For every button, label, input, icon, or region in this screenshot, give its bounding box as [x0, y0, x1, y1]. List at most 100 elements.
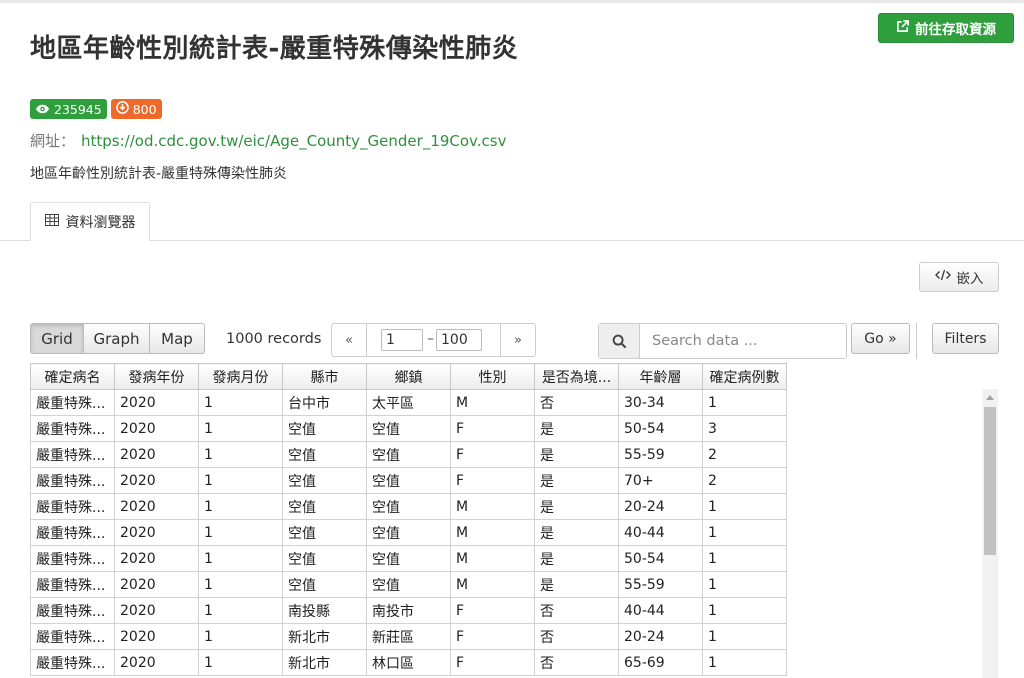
table-cell: 1: [198, 415, 283, 442]
prev-page-button[interactable]: «: [332, 324, 367, 356]
grid-view-button[interactable]: Grid: [30, 323, 84, 354]
column-header[interactable]: 確定病名: [30, 363, 115, 390]
table-cell: 嚴重特殊...: [30, 493, 115, 520]
goto-resource-button[interactable]: 前往存取資源: [878, 13, 1014, 43]
table-cell: 65-69: [618, 649, 703, 676]
table-cell: 嚴重特殊...: [30, 545, 115, 572]
table-cell: 1: [702, 493, 787, 520]
resource-url-link[interactable]: https://od.cdc.gov.tw/eic/Age_County_Gen…: [81, 132, 506, 150]
table-cell: F: [450, 649, 535, 676]
table-cell: 2: [702, 467, 787, 494]
table-cell: 1: [702, 571, 787, 598]
table-cell: 空值: [366, 467, 451, 494]
scroll-up-arrow-icon[interactable]: [982, 389, 998, 405]
embed-button[interactable]: 嵌入: [919, 262, 999, 292]
table-row[interactable]: 嚴重特殊... 2020 1 空值 空值 M 是 50-54 1: [30, 545, 787, 572]
table-cell: 20-24: [618, 493, 703, 520]
table-cell: 1: [198, 649, 283, 676]
table-cell: 空值: [282, 467, 367, 494]
table-row[interactable]: 嚴重特殊... 2020 1 空值 空值 F 是 70+ 2: [30, 467, 787, 494]
column-header[interactable]: 年齡層: [618, 363, 703, 390]
table-cell: 是: [534, 415, 619, 442]
table-icon: [44, 213, 59, 230]
search-input[interactable]: [640, 324, 846, 358]
table-cell: 2020: [114, 597, 199, 624]
grid-body: 嚴重特殊... 2020 1 台中市 太平區 M 否 30-34 1 嚴重特殊... 2020 1 空值…: [30, 389, 787, 676]
code-icon: [934, 269, 951, 285]
record-count: 1000 records: [226, 331, 322, 347]
table-cell: 否: [534, 389, 619, 416]
table-cell: 1: [702, 545, 787, 572]
table-row[interactable]: 嚴重特殊... 2020 1 空值 空值 F 是 50-54 3: [30, 415, 787, 442]
table-row[interactable]: 嚴重特殊... 2020 1 南投縣 南投市 F 否 40-44 1: [30, 597, 787, 624]
graph-view-button[interactable]: Graph: [83, 323, 150, 354]
table-cell: 2020: [114, 623, 199, 650]
table-cell: 1: [198, 493, 283, 520]
table-row[interactable]: 嚴重特殊... 2020 1 台中市 太平區 M 否 30-34 1: [30, 389, 787, 416]
map-view-button[interactable]: Map: [149, 323, 205, 354]
views-badge: 235945: [30, 99, 107, 119]
table-cell: 台中市: [282, 389, 367, 416]
table-row[interactable]: 嚴重特殊... 2020 1 空值 空值 M 是 40-44 1: [30, 519, 787, 546]
table-cell: 2020: [114, 441, 199, 468]
table-cell: 否: [534, 623, 619, 650]
table-cell: 林口區: [366, 649, 451, 676]
filters-button[interactable]: Filters: [932, 323, 999, 354]
external-link-icon: [896, 19, 909, 37]
table-cell: 30-34: [618, 389, 703, 416]
table-cell: 嚴重特殊...: [30, 415, 115, 442]
table-cell: 南投市: [366, 597, 451, 624]
next-page-button[interactable]: »: [500, 324, 535, 356]
table-cell: 空值: [282, 545, 367, 572]
table-row[interactable]: 嚴重特殊... 2020 1 新北市 新莊區 F 否 20-24 1: [30, 623, 787, 650]
grid-scrollbar[interactable]: [982, 389, 998, 678]
table-row[interactable]: 嚴重特殊... 2020 1 空值 空值 F 是 55-59 2: [30, 441, 787, 468]
view-switcher: Grid Graph Map: [30, 323, 205, 354]
table-cell: 嚴重特殊...: [30, 519, 115, 546]
column-header[interactable]: 發病月份: [198, 363, 283, 390]
resource-description: 地區年齡性別統計表-嚴重特殊傳染性肺炎: [30, 166, 288, 182]
table-cell: M: [450, 571, 535, 598]
table-cell: 空值: [282, 441, 367, 468]
table-cell: 55-59: [618, 571, 703, 598]
column-header[interactable]: 縣市: [282, 363, 367, 390]
table-cell: M: [450, 389, 535, 416]
table-cell: 1: [198, 623, 283, 650]
table-cell: 50-54: [618, 545, 703, 572]
table-cell: 2020: [114, 467, 199, 494]
table-cell: 是: [534, 571, 619, 598]
url-row: 網址： https://od.cdc.gov.tw/eic/Age_County_…: [30, 130, 506, 151]
column-header[interactable]: 鄉鎮: [366, 363, 451, 390]
range-from-input[interactable]: 1: [381, 329, 423, 351]
range-to-input[interactable]: 100: [436, 329, 482, 351]
pagination: « 1 – 100 »: [331, 323, 536, 357]
table-cell: 2020: [114, 389, 199, 416]
go-button[interactable]: Go »: [851, 323, 910, 354]
table-cell: 50-54: [618, 415, 703, 442]
search-icon: [599, 324, 640, 358]
tab-data-explorer[interactable]: 資料瀏覽器: [30, 202, 150, 241]
column-header[interactable]: 是否為境...: [534, 363, 619, 390]
column-header[interactable]: 確定病例數: [702, 363, 787, 390]
table-cell: 1: [198, 545, 283, 572]
table-cell: 否: [534, 649, 619, 676]
table-cell: 新北市: [282, 649, 367, 676]
toolbar-divider: [916, 323, 917, 359]
table-row[interactable]: 嚴重特殊... 2020 1 新北市 林口區 F 否 65-69 1: [30, 649, 787, 676]
table-row[interactable]: 嚴重特殊... 2020 1 空值 空值 M 是 55-59 1: [30, 571, 787, 598]
scroll-thumb[interactable]: [984, 407, 996, 555]
table-cell: M: [450, 493, 535, 520]
column-header[interactable]: 發病年份: [114, 363, 199, 390]
table-cell: 嚴重特殊...: [30, 623, 115, 650]
table-row[interactable]: 嚴重特殊... 2020 1 空值 空值 M 是 20-24 1: [30, 493, 787, 520]
table-cell: 1: [198, 389, 283, 416]
top-border: [0, 0, 1024, 3]
goto-resource-label: 前往存取資源: [915, 22, 996, 38]
table-cell: 是: [534, 519, 619, 546]
table-cell: 空值: [282, 571, 367, 598]
column-header[interactable]: 性別: [450, 363, 535, 390]
table-cell: 否: [534, 597, 619, 624]
table-cell: 嚴重特殊...: [30, 571, 115, 598]
table-cell: 新北市: [282, 623, 367, 650]
table-cell: 空值: [366, 571, 451, 598]
